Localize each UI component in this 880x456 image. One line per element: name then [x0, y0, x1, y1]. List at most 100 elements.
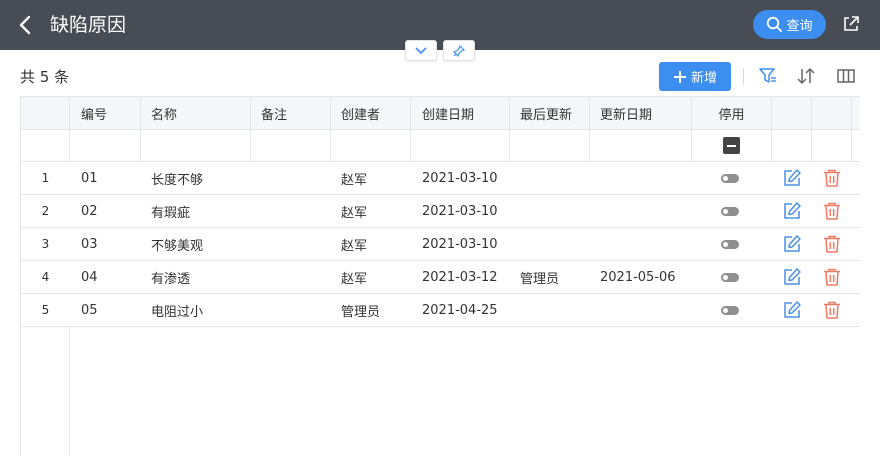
back-arrow-icon[interactable] — [16, 13, 36, 37]
cell-code: 05 — [81, 302, 98, 318]
cell-name: 不够美观 — [151, 238, 204, 254]
header-note[interactable]: 备注 — [251, 97, 331, 129]
cell-created-date: 2021-04-25 — [422, 302, 498, 318]
edit-icon — [784, 235, 801, 252]
filter-row — [21, 130, 860, 162]
toggle-switch[interactable] — [721, 239, 739, 249]
disable-toggle[interactable] — [721, 162, 739, 194]
record-count: 共 5 条 — [20, 68, 70, 86]
trash-icon — [824, 268, 840, 286]
edit-icon — [784, 301, 801, 318]
filter-note[interactable] — [251, 130, 331, 161]
table-row[interactable]: 1 01 长度不够 赵军 2021-03-10 — [21, 162, 860, 195]
table-header: 编号 名称 备注 创建者 创建日期 最后更新 更新日期 停用 — [21, 97, 860, 130]
filter-name[interactable] — [141, 130, 251, 161]
header-edit-col — [772, 97, 812, 129]
query-button[interactable]: 查询 — [753, 10, 826, 39]
filter-icon[interactable] — [758, 66, 778, 86]
trash-icon — [824, 235, 840, 253]
delete-button[interactable] — [822, 195, 842, 227]
filter-edit-col — [772, 130, 812, 161]
row-index: 2 — [41, 204, 50, 218]
edit-button[interactable] — [782, 195, 802, 227]
sort-icon[interactable] — [796, 66, 816, 86]
edit-icon — [784, 202, 801, 219]
cell-creator: 赵军 — [341, 205, 368, 221]
trash-icon — [824, 301, 840, 319]
table-row[interactable]: 5 05 电阻过小 管理员 2021-04-25 — [21, 294, 860, 327]
collapse-tab[interactable] — [405, 40, 437, 61]
page-title: 缺陷原因 — [50, 14, 127, 36]
filter-code[interactable] — [70, 130, 141, 161]
header-last-updater[interactable]: 最后更新 — [510, 97, 590, 129]
search-icon — [767, 16, 783, 32]
edit-button[interactable] — [782, 162, 802, 194]
trash-icon — [824, 202, 840, 220]
header-creator[interactable]: 创建者 — [331, 97, 411, 129]
cell-creator: 赵军 — [341, 271, 368, 287]
header-created-date[interactable]: 创建日期 — [411, 97, 510, 129]
cell-created-date: 2021-03-10 — [422, 236, 498, 252]
header-disabled[interactable]: 停用 — [692, 97, 772, 129]
cell-creator: 赵军 — [341, 172, 368, 188]
table-row[interactable]: 4 04 有渗透 赵军 2021-03-12 管理员 2021-05-06 — [21, 261, 860, 294]
table-row[interactable]: 2 02 有瑕疵 赵军 2021-03-10 — [21, 195, 860, 228]
query-button-label: 查询 — [786, 19, 813, 34]
delete-button[interactable] — [822, 228, 842, 260]
header-code[interactable]: 编号 — [70, 97, 141, 129]
filter-creator[interactable] — [331, 130, 411, 161]
table-row[interactable]: 3 03 不够美观 赵军 2021-03-10 — [21, 228, 860, 261]
disable-toggle[interactable] — [721, 294, 739, 326]
cell-name: 有瑕疵 — [151, 205, 191, 221]
chevron-down-icon — [415, 46, 427, 54]
disable-toggle[interactable] — [721, 228, 739, 260]
plus-icon — [673, 70, 686, 83]
cell-creator: 赵军 — [341, 238, 368, 254]
filter-updated-date[interactable] — [590, 130, 692, 161]
cell-code: 02 — [81, 203, 98, 219]
disable-toggle[interactable] — [721, 261, 739, 293]
edit-button[interactable] — [782, 294, 802, 326]
toggle-switch[interactable] — [721, 206, 739, 216]
cell-created-date: 2021-03-12 — [422, 269, 498, 285]
data-grid: 编号 名称 备注 创建者 创建日期 最后更新 更新日期 停用 1 01 长度不够… — [20, 96, 860, 456]
cell-created-date: 2021-03-10 — [422, 170, 498, 186]
disable-toggle[interactable] — [721, 195, 739, 227]
header-updated-date[interactable]: 更新日期 — [590, 97, 692, 129]
toggle-switch[interactable] — [721, 272, 739, 282]
edit-icon — [784, 268, 801, 285]
share-icon[interactable] — [842, 15, 860, 33]
add-button-label: 新增 — [690, 71, 717, 86]
filter-index — [21, 130, 70, 161]
filter-delete-col — [812, 130, 852, 161]
filter-disabled — [692, 130, 772, 161]
cell-code: 03 — [81, 236, 98, 252]
row-index: 5 — [41, 303, 50, 317]
header-name[interactable]: 名称 — [141, 97, 251, 129]
cell-creator: 管理员 — [341, 304, 381, 320]
edit-button[interactable] — [782, 228, 802, 260]
add-button[interactable]: 新增 — [659, 62, 731, 91]
trash-icon — [824, 169, 840, 187]
cell-updated-date: 2021-05-06 — [600, 269, 676, 285]
cell-name: 电阻过小 — [151, 304, 204, 320]
edit-button[interactable] — [782, 261, 802, 293]
cell-last-updater: 管理员 — [520, 271, 560, 287]
cell-created-date: 2021-03-10 — [422, 203, 498, 219]
row-index: 1 — [41, 171, 50, 185]
row-index: 3 — [41, 237, 50, 251]
filter-last-updater[interactable] — [510, 130, 590, 161]
toggle-switch[interactable] — [721, 173, 739, 183]
pin-tab[interactable] — [443, 40, 475, 61]
columns-icon[interactable] — [836, 66, 856, 86]
header-delete-col — [812, 97, 852, 129]
cell-code: 04 — [81, 269, 98, 285]
delete-button[interactable] — [822, 162, 842, 194]
cell-code: 01 — [81, 170, 98, 186]
minus-icon[interactable] — [723, 137, 740, 154]
delete-button[interactable] — [822, 261, 842, 293]
pin-icon — [453, 44, 465, 57]
toggle-switch[interactable] — [721, 305, 739, 315]
filter-created-date[interactable] — [411, 130, 510, 161]
delete-button[interactable] — [822, 294, 842, 326]
